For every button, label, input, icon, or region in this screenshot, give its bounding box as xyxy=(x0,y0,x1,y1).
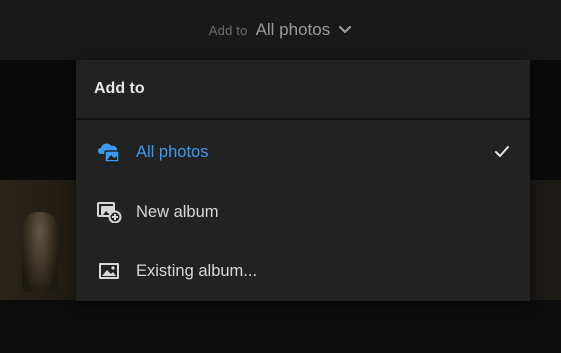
menu-item-label: New album xyxy=(136,202,219,221)
menu-divider xyxy=(76,118,530,120)
menu-item-all-photos[interactable]: All photos xyxy=(76,123,530,181)
menu-item-label: All photos xyxy=(136,142,209,161)
add-to-prefix-label: Add to xyxy=(208,22,248,38)
add-to-dropdown-trigger[interactable]: Add to All photos xyxy=(0,0,561,60)
checkmark-icon xyxy=(495,146,509,157)
chevron-down-icon xyxy=(339,25,352,34)
menu-item-label: Existing album... xyxy=(136,261,258,280)
cloud-photos-icon xyxy=(98,143,120,163)
album-icon xyxy=(99,263,119,279)
app-screen: Add to All photos Add to All photos New … xyxy=(0,0,561,353)
selected-destination-label: All photos xyxy=(255,20,331,39)
menu-title: Add to xyxy=(94,80,145,97)
new-album-icon xyxy=(97,202,122,223)
top-bar: Add to All photos xyxy=(0,0,561,60)
background-photo-figure xyxy=(22,212,58,292)
menu-item-new-album[interactable]: New album xyxy=(76,183,530,241)
bottom-area xyxy=(0,300,561,353)
menu-item-existing-album[interactable]: Existing album... xyxy=(76,242,530,300)
add-to-menu: Add to All photos New album Existing alb… xyxy=(76,60,530,301)
